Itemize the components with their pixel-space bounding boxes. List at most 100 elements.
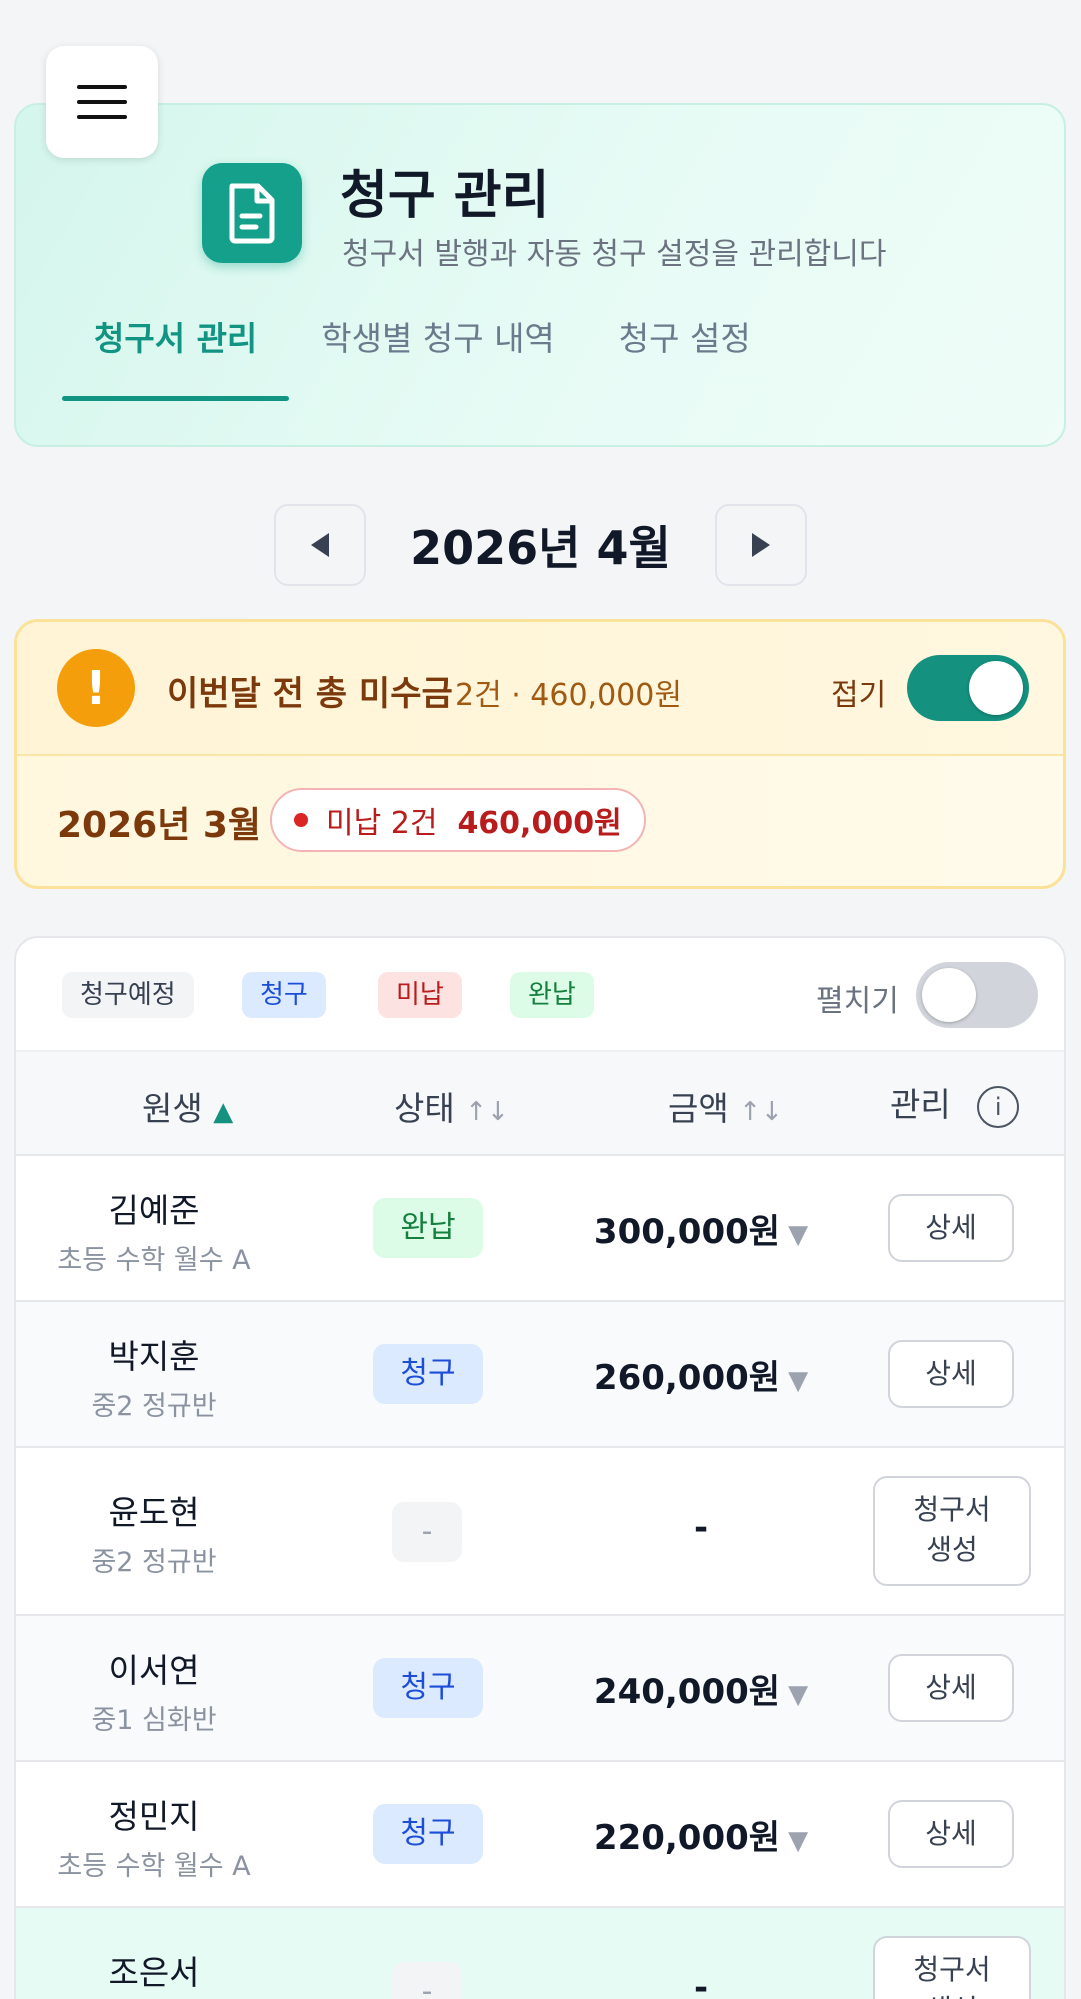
- amount-value: 260,000원: [593, 1358, 781, 1398]
- student-cell: 윤도현 중2 정규반: [16, 1486, 292, 1579]
- alert-month-row: 2026년 3월 미납 2건 460,000원: [17, 756, 1063, 886]
- student-cell: 김예준 초등 수학 월수 A: [16, 1184, 292, 1277]
- fold-label: 접기: [831, 678, 887, 713]
- caret-down-icon[interactable]: ▼: [788, 1220, 808, 1250]
- expand-toggle[interactable]: [916, 962, 1038, 1028]
- caret-down-icon[interactable]: ▼: [788, 1680, 808, 1710]
- detail-button[interactable]: 상세: [888, 1654, 1014, 1722]
- student-name: 정민지: [108, 1797, 200, 1836]
- student-name: 이서연: [108, 1651, 200, 1690]
- caret-down-icon[interactable]: ▼: [788, 1366, 808, 1396]
- status-badge: -: [392, 1962, 462, 1999]
- amount-cell: 260,000원 ▼: [516, 1350, 886, 1399]
- student-class: 초등 수학 월수 A: [57, 1245, 251, 1276]
- header-status[interactable]: 상태 ↑↓: [394, 1082, 509, 1130]
- tab-invoice-management[interactable]: 청구서 관리: [62, 309, 290, 401]
- document-icon: [202, 163, 302, 263]
- legend-scheduled: 청구예정: [62, 972, 194, 1018]
- header-manage-label: 관리: [890, 1085, 951, 1124]
- student-name: 박지훈: [108, 1337, 200, 1376]
- alert-header: ! 이번달 전 총 미수금 2건 · 460,000원 접기: [17, 622, 1063, 756]
- student-name: 조은서: [108, 1953, 200, 1992]
- amount-cell: -: [516, 1968, 886, 1999]
- chevron-right-icon: [751, 533, 770, 557]
- table-row: 박지훈 중2 정규반 청구 260,000원 ▼ 상세: [16, 1302, 1064, 1448]
- menu-icon-bar: [77, 100, 127, 104]
- fold-toggle[interactable]: [907, 655, 1029, 721]
- alert-summary: 2건 · 460,000원: [455, 678, 682, 713]
- student-cell: 조은서: [16, 1946, 292, 1999]
- status-legend: 청구예정 청구 미납 완납 펼치기: [16, 938, 1064, 1052]
- student-class: 초등 수학 월수 A: [57, 1851, 251, 1882]
- unpaid-amount: 460,000원: [457, 806, 622, 841]
- header-manage: 관리 i: [890, 1078, 1020, 1128]
- status-badge: 청구: [373, 1804, 483, 1864]
- header-status-label: 상태: [394, 1089, 455, 1128]
- detail-button[interactable]: 상세: [888, 1194, 1014, 1262]
- legend-billed: 청구: [242, 972, 326, 1018]
- amount-value: 300,000원: [593, 1212, 781, 1252]
- table-row: 윤도현 중2 정규반 - - 청구서 생성: [16, 1448, 1064, 1616]
- header-card: 청구 관리 청구서 발행과 자동 청구 설정을 관리합니다 청구서 관리 학생별…: [14, 103, 1066, 447]
- student-name: 김예준: [108, 1191, 200, 1230]
- amount-cell: 240,000원 ▼: [516, 1664, 886, 1713]
- amount-cell: 220,000원 ▼: [516, 1810, 886, 1859]
- prev-month-button[interactable]: [274, 504, 367, 586]
- detail-button[interactable]: 상세: [888, 1800, 1014, 1868]
- menu-button[interactable]: [46, 46, 158, 158]
- alert-title: 이번달 전 총 미수금: [167, 674, 453, 714]
- menu-icon-bar: [77, 85, 127, 89]
- warning-icon: !: [57, 649, 135, 727]
- student-cell: 박지훈 중2 정규반: [16, 1330, 292, 1423]
- sort-icon: ↑↓: [465, 1097, 509, 1127]
- header-student[interactable]: 원생 ▲: [142, 1082, 233, 1130]
- status-badge: 청구: [373, 1658, 483, 1718]
- caret-down-icon[interactable]: ▼: [788, 1826, 808, 1856]
- create-invoice-button[interactable]: 청구서 생성: [873, 1476, 1031, 1586]
- amount-cell: 300,000원 ▼: [516, 1204, 886, 1253]
- header-amount-label: 금액: [668, 1089, 729, 1128]
- header-amount[interactable]: 금액 ↑↓: [668, 1082, 783, 1130]
- legend-unpaid: 미납: [378, 972, 462, 1018]
- amount-value: -: [693, 1968, 709, 1999]
- billing-table-card: 청구예정 청구 미납 완납 펼치기 원생 ▲ 상태 ↑↓ 금액 ↑↓ 관리 i …: [14, 936, 1066, 1999]
- status-badge: -: [392, 1502, 462, 1562]
- next-month-button[interactable]: [714, 504, 807, 586]
- alert-month: 2026년 3월: [57, 805, 262, 846]
- create-invoice-button[interactable]: 청구서 생성: [873, 1936, 1031, 1999]
- table-row: 이서연 중1 심화반 청구 240,000원 ▼ 상세: [16, 1616, 1064, 1762]
- unpaid-count: 미납 2건: [326, 806, 438, 841]
- expand-label: 펼치기: [816, 984, 899, 1019]
- toggle-knob: [922, 968, 976, 1022]
- tab-student-billing-history[interactable]: 학생별 청구 내역: [289, 309, 587, 401]
- unpaid-pill[interactable]: 미납 2건 460,000원: [270, 788, 646, 852]
- sort-asc-icon: ▲: [213, 1097, 234, 1127]
- amount-value: -: [693, 1508, 709, 1548]
- info-icon[interactable]: i: [977, 1085, 1020, 1128]
- status-badge: 완납: [373, 1198, 483, 1258]
- page-title: 청구 관리: [340, 166, 550, 226]
- tab-bar: 청구서 관리 학생별 청구 내역 청구 설정: [62, 309, 783, 401]
- table-header: 원생 ▲ 상태 ↑↓ 금액 ↑↓ 관리 i: [16, 1052, 1064, 1156]
- student-class: 중2 정규반: [91, 1547, 217, 1578]
- tab-billing-settings[interactable]: 청구 설정: [587, 309, 783, 401]
- status-badge: 청구: [373, 1344, 483, 1404]
- student-name: 윤도현: [108, 1493, 200, 1532]
- amount-value: 240,000원: [593, 1672, 781, 1712]
- table-row: 정민지 초등 수학 월수 A 청구 220,000원 ▼ 상세: [16, 1762, 1064, 1908]
- legend-paid: 완납: [510, 972, 594, 1018]
- student-class: 중2 정규반: [91, 1391, 217, 1422]
- current-month: 2026년 4월: [410, 521, 671, 575]
- amount-value: 220,000원: [593, 1818, 781, 1858]
- amount-cell: -: [516, 1508, 886, 1548]
- student-cell: 정민지 초등 수학 월수 A: [16, 1790, 292, 1883]
- outstanding-alert: ! 이번달 전 총 미수금 2건 · 460,000원 접기 2026년 3월 …: [14, 619, 1066, 889]
- sort-icon: ↑↓: [739, 1097, 783, 1127]
- student-cell: 이서연 중1 심화반: [16, 1644, 292, 1737]
- detail-button[interactable]: 상세: [888, 1340, 1014, 1408]
- student-class: 중1 심화반: [91, 1705, 217, 1736]
- toggle-knob: [969, 661, 1023, 715]
- page-subtitle: 청구서 발행과 자동 청구 설정을 관리합니다: [342, 237, 887, 272]
- header-student-label: 원생: [142, 1089, 203, 1128]
- menu-icon-bar: [77, 115, 127, 119]
